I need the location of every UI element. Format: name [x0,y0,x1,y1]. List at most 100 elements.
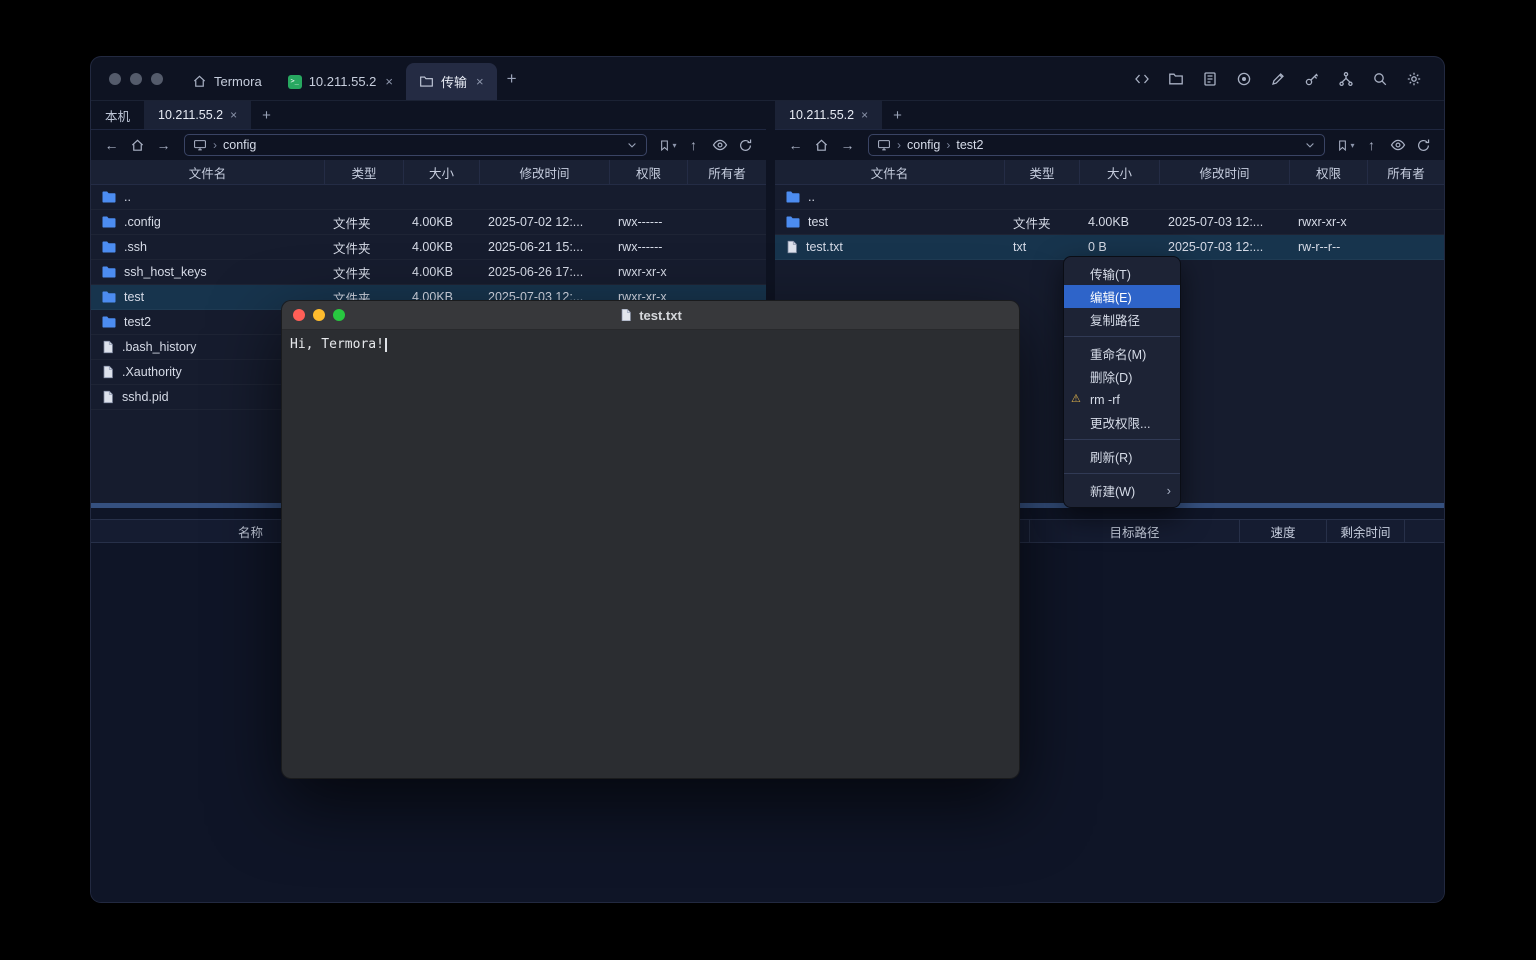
menu-item-label: 传输(T) [1090,264,1131,283]
parent-directory-button[interactable]: ↑ [1359,133,1384,157]
close-tab-icon[interactable]: × [476,74,484,89]
transfer-column-destination: 目标路径 [1030,520,1240,542]
port-forwarding-icon[interactable] [1334,67,1358,91]
file-row[interactable]: ssh_host_keys文件夹4.00KB2025-06-26 17:...r… [91,260,766,285]
file-type: 文件夹 [325,213,404,232]
titlebar: Termora >_ 10.211.55.2 × 传输 × + [91,57,1444,101]
bookmark-button[interactable]: ▾ [1333,133,1358,157]
menu-item-chmod[interactable]: 更改权限... [1064,411,1180,434]
column-header-type[interactable]: 类型 [1005,160,1080,184]
show-hidden-files-button[interactable] [1385,133,1410,157]
column-header-owner[interactable]: 所有者 [1368,160,1444,184]
search-icon[interactable] [1368,67,1392,91]
menu-item-transfer[interactable]: 传输(T) [1064,262,1180,285]
column-header-mtime[interactable]: 修改时间 [1160,160,1290,184]
forward-button[interactable]: → [151,133,176,157]
editor-window: test.txt Hi, Termora! [282,301,1019,778]
close-window-button[interactable] [293,309,305,321]
zoom-window-button[interactable] [151,73,163,85]
folder-icon[interactable] [1164,67,1188,91]
desktop: Termora >_ 10.211.55.2 × 传输 × + [0,0,1536,960]
breadcrumb-segment[interactable]: test2 [956,138,983,152]
forward-button[interactable]: → [835,133,860,157]
menu-item-copy-path[interactable]: 复制路径 [1064,308,1180,331]
column-header-perm[interactable]: 权限 [610,160,688,184]
file-perm: rwxr-xr-x [1290,215,1368,229]
file-row[interactable]: .ssh文件夹4.00KB2025-06-21 15:...rwx------ [91,235,766,260]
close-tab-icon[interactable]: × [230,108,237,122]
edit-icon[interactable] [1266,67,1290,91]
new-tab-button[interactable]: + [882,101,913,129]
settings-icon[interactable] [1402,67,1426,91]
new-tab-button[interactable]: + [251,101,282,129]
folder-icon [101,314,117,330]
file-row[interactable]: test文件夹4.00KB2025-07-03 12:...rwxr-xr-x [775,210,1444,235]
refresh-button[interactable] [733,133,758,157]
breadcrumb-segment[interactable]: config [907,138,940,152]
column-header-perm[interactable]: 权限 [1290,160,1368,184]
menu-item-refresh[interactable]: 刷新(R) [1064,445,1180,468]
new-tab-button[interactable]: + [497,69,527,89]
file-type: 文件夹 [325,238,404,257]
column-header-owner[interactable]: 所有者 [688,160,766,184]
tab-termora[interactable]: Termora [179,63,275,100]
minimize-window-button[interactable] [130,73,142,85]
key-manager-icon[interactable] [1300,67,1324,91]
file-row[interactable]: .. [775,185,1444,210]
menu-item-rm-rf[interactable]: ⚠rm -rf [1064,388,1180,411]
macro-record-icon[interactable] [1232,67,1256,91]
column-header-filename[interactable]: 文件名 [775,160,1005,184]
show-hidden-files-button[interactable] [707,133,732,157]
log-icon[interactable] [1198,67,1222,91]
breadcrumb-segment[interactable]: config [223,138,256,152]
path-bar[interactable]: › config › test2 [868,134,1325,156]
close-tab-icon[interactable]: × [861,108,868,122]
close-tab-icon[interactable]: × [385,74,393,89]
menu-separator [1064,473,1180,474]
column-header-mtime[interactable]: 修改时间 [480,160,610,184]
close-window-button[interactable] [109,73,121,85]
refresh-button[interactable] [1411,133,1436,157]
tab-transfer[interactable]: 传输 × [406,63,497,100]
file-name: .config [124,215,161,229]
back-button[interactable]: ← [783,133,808,157]
home-button[interactable] [125,133,150,157]
bookmark-button[interactable]: ▾ [655,133,680,157]
column-header-filename[interactable]: 文件名 [91,160,325,184]
tab-local[interactable]: 本机 [91,101,144,129]
menu-item-label: 新建(W) [1090,481,1135,500]
breadcrumb-separator: › [213,138,217,152]
chevron-down-icon[interactable] [626,139,638,151]
file-name: test [124,290,144,304]
minimize-window-button[interactable] [313,309,325,321]
editor-titlebar[interactable]: test.txt [282,301,1019,330]
column-header-size[interactable]: 大小 [404,160,480,184]
chevron-down-icon[interactable] [1304,139,1316,151]
tab-remote-host[interactable]: 10.211.55.2 × [144,101,251,129]
file-name-cell: .. [775,189,1005,205]
file-table-header: 文件名 类型 大小 修改时间 权限 所有者 [775,160,1444,185]
tab-remote-host[interactable]: 10.211.55.2 × [775,101,882,129]
editor-line: Hi, Termora! [290,337,387,352]
menu-item-new[interactable]: 新建(W)› [1064,479,1180,502]
code-icon[interactable] [1130,67,1154,91]
home-button[interactable] [809,133,834,157]
editor-content-area[interactable]: Hi, Termora! [282,330,1019,778]
tab-label: 传输 [441,72,467,91]
menu-item-rename[interactable]: 重命名(M) [1064,342,1180,365]
folder-icon [101,214,117,230]
menu-item-delete[interactable]: 删除(D) [1064,365,1180,388]
menu-item-edit[interactable]: 编辑(E) [1064,285,1180,308]
editor-text: Hi, Termora! [290,337,384,352]
tab-host-session[interactable]: >_ 10.211.55.2 × [275,63,406,100]
column-header-type[interactable]: 类型 [325,160,404,184]
path-bar[interactable]: › config [184,134,647,156]
folder-icon [419,74,434,89]
file-name: .ssh [124,240,147,254]
parent-directory-button[interactable]: ↑ [681,133,706,157]
file-row[interactable]: .. [91,185,766,210]
zoom-window-button[interactable] [333,309,345,321]
back-button[interactable]: ← [99,133,124,157]
column-header-size[interactable]: 大小 [1080,160,1160,184]
file-row[interactable]: .config文件夹4.00KB2025-07-02 12:...rwx----… [91,210,766,235]
